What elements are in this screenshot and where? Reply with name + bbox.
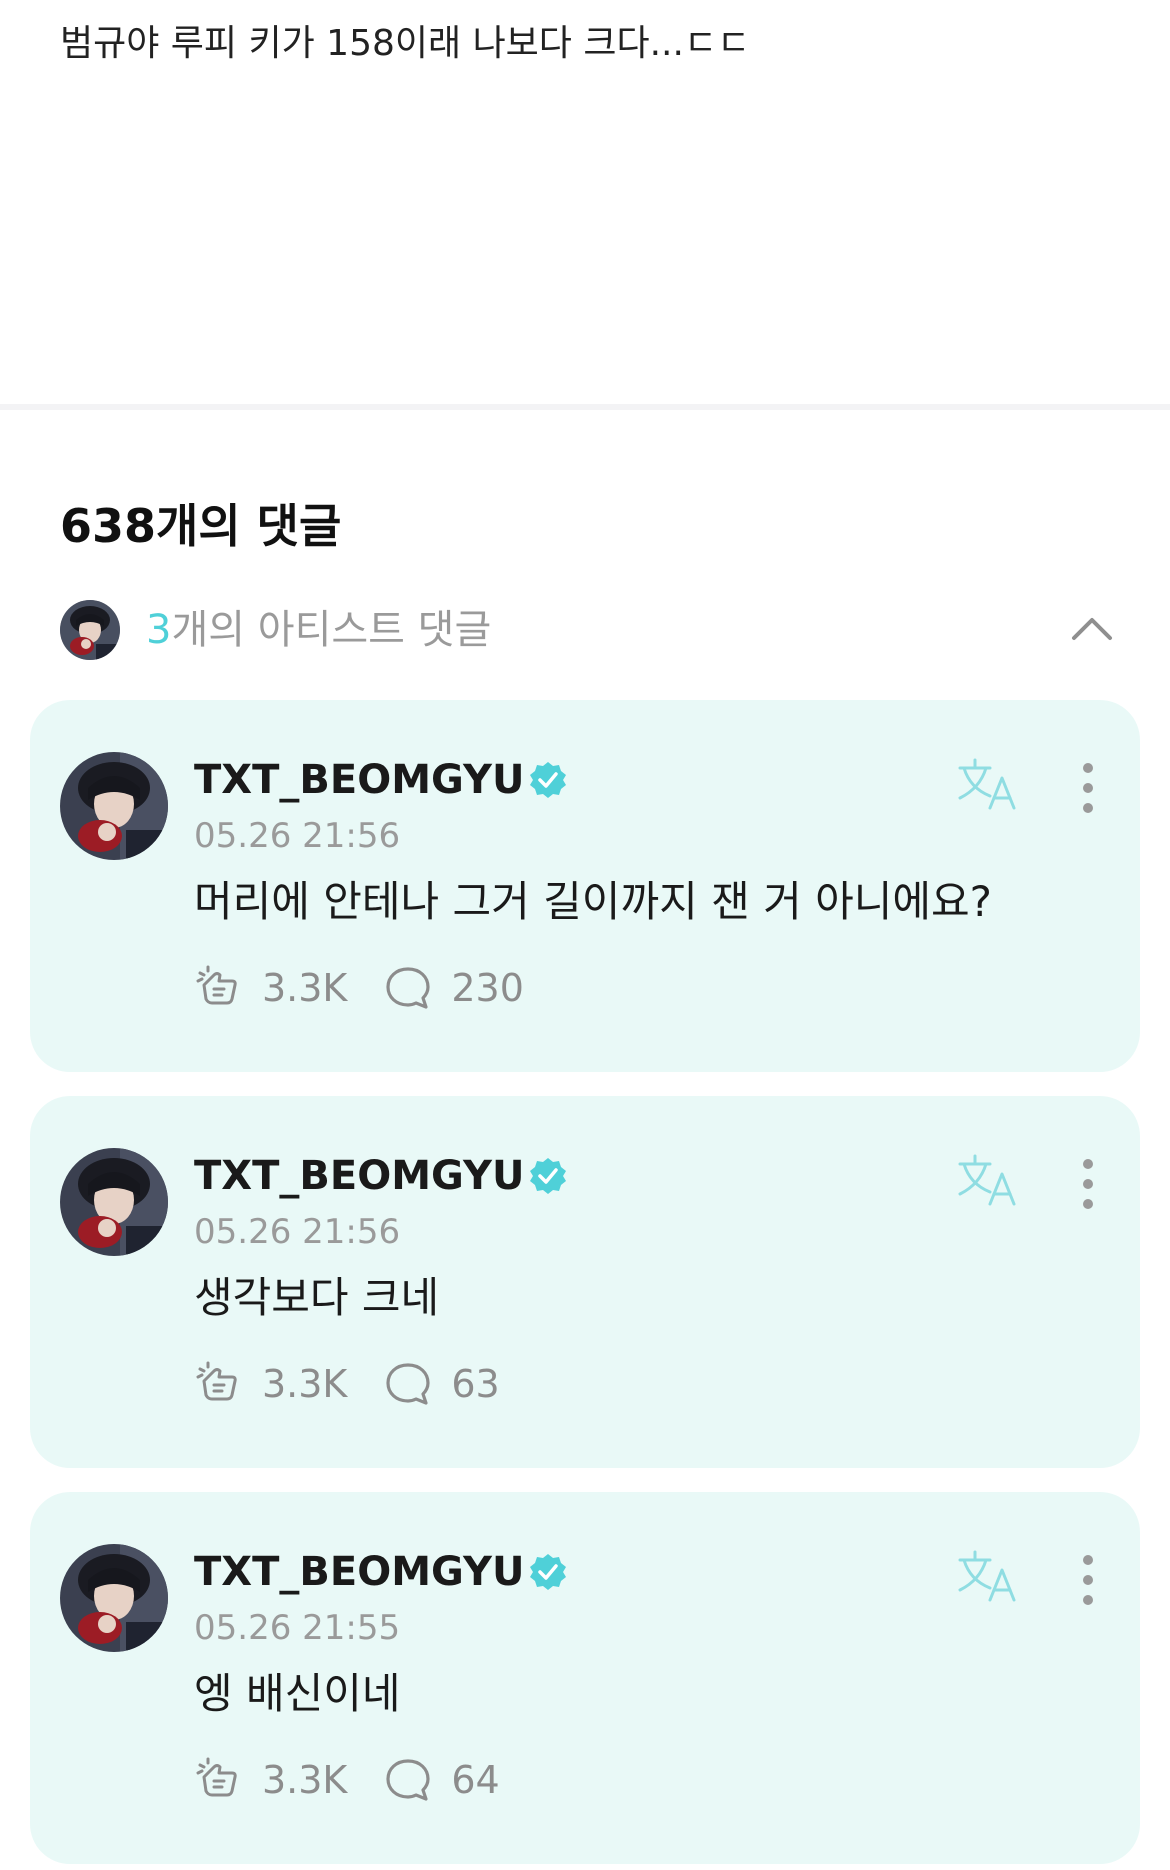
comment-actions: 3.3K 64 [194, 1754, 500, 1806]
comment-actions: 3.3K 230 [194, 962, 524, 1014]
reply-count: 64 [451, 1758, 500, 1802]
comment-actions: 3.3K 63 [194, 1358, 500, 1410]
post-text: 범규야 루피 키가 158이래 나보다 크다...ㄷㄷ [60, 23, 751, 64]
comment-username[interactable]: TXT_BEOMGYU [194, 754, 524, 806]
speech-bubble-icon [383, 1359, 433, 1409]
artist-comment-card: TXT_BEOMGYU 05.26 21:56 머리에 안테나 그거 길이까지 … [30, 700, 1140, 1072]
artist-comment-card: TXT_BEOMGYU 05.26 21:55 엥 배신이네 3.3K 64 [30, 1492, 1140, 1864]
speech-bubble-icon [383, 1755, 433, 1805]
comment-timestamp: 05.26 21:56 [194, 816, 401, 856]
translate-icon[interactable] [956, 756, 1020, 812]
more-vertical-icon[interactable] [1076, 760, 1100, 816]
cheer-button[interactable]: 3.3K [194, 962, 347, 1014]
artist-comments-toggle[interactable]: 3개의 아티스트 댓글 [60, 598, 1120, 662]
translate-icon[interactable] [956, 1152, 1020, 1208]
comment-author: TXT_BEOMGYU [194, 1546, 568, 1598]
reply-count: 63 [451, 1362, 500, 1406]
comment-author: TXT_BEOMGYU [194, 754, 568, 806]
comment-text: 엥 배신이네 [194, 1669, 401, 1718]
cheer-button[interactable]: 3.3K [194, 1358, 347, 1410]
comment-timestamp: 05.26 21:56 [194, 1212, 401, 1252]
artist-comment-card: TXT_BEOMGYU 05.26 21:56 생각보다 크네 3.3K 63 [30, 1096, 1140, 1468]
cheer-count: 3.3K [262, 966, 348, 1010]
comment-timestamp: 05.26 21:55 [194, 1608, 401, 1648]
comment-text: 머리에 안테나 그거 길이까지 잰 거 아니에요? [194, 877, 992, 926]
avatar[interactable] [60, 1544, 168, 1652]
reply-button[interactable]: 63 [383, 1358, 500, 1410]
avatar[interactable] [60, 1148, 168, 1256]
cheer-count: 3.3K [262, 1758, 348, 1802]
cheer-count: 3.3K [262, 1362, 348, 1406]
avatar[interactable] [60, 752, 168, 860]
comment-username[interactable]: TXT_BEOMGYU [194, 1546, 524, 1598]
artist-avatar-icon [60, 600, 120, 660]
artist-comments-label: 3개의 아티스트 댓글 [146, 604, 491, 656]
reply-button[interactable]: 230 [383, 962, 524, 1014]
more-vertical-icon[interactable] [1076, 1156, 1100, 1212]
comment-author: TXT_BEOMGYU [194, 1150, 568, 1202]
more-vertical-icon[interactable] [1076, 1552, 1100, 1608]
comment-username[interactable]: TXT_BEOMGYU [194, 1150, 524, 1202]
comments-count-header: 638개의 댓글 [60, 499, 342, 553]
reply-button[interactable]: 64 [383, 1754, 500, 1806]
section-divider [0, 404, 1170, 410]
chevron-up-icon[interactable] [1068, 606, 1116, 654]
comment-text: 생각보다 크네 [194, 1273, 440, 1322]
artist-comments-count: 3 [146, 607, 172, 653]
cheer-icon [194, 1755, 244, 1805]
translate-icon[interactable] [956, 1548, 1020, 1604]
artist-comments-text: 개의 아티스트 댓글 [171, 607, 492, 653]
verified-badge-icon [528, 1552, 568, 1592]
cheer-icon [194, 963, 244, 1013]
speech-bubble-icon [383, 963, 433, 1013]
cheer-button[interactable]: 3.3K [194, 1754, 347, 1806]
verified-badge-icon [528, 1156, 568, 1196]
reply-count: 230 [451, 966, 524, 1010]
verified-badge-icon [528, 760, 568, 800]
cheer-icon [194, 1359, 244, 1409]
